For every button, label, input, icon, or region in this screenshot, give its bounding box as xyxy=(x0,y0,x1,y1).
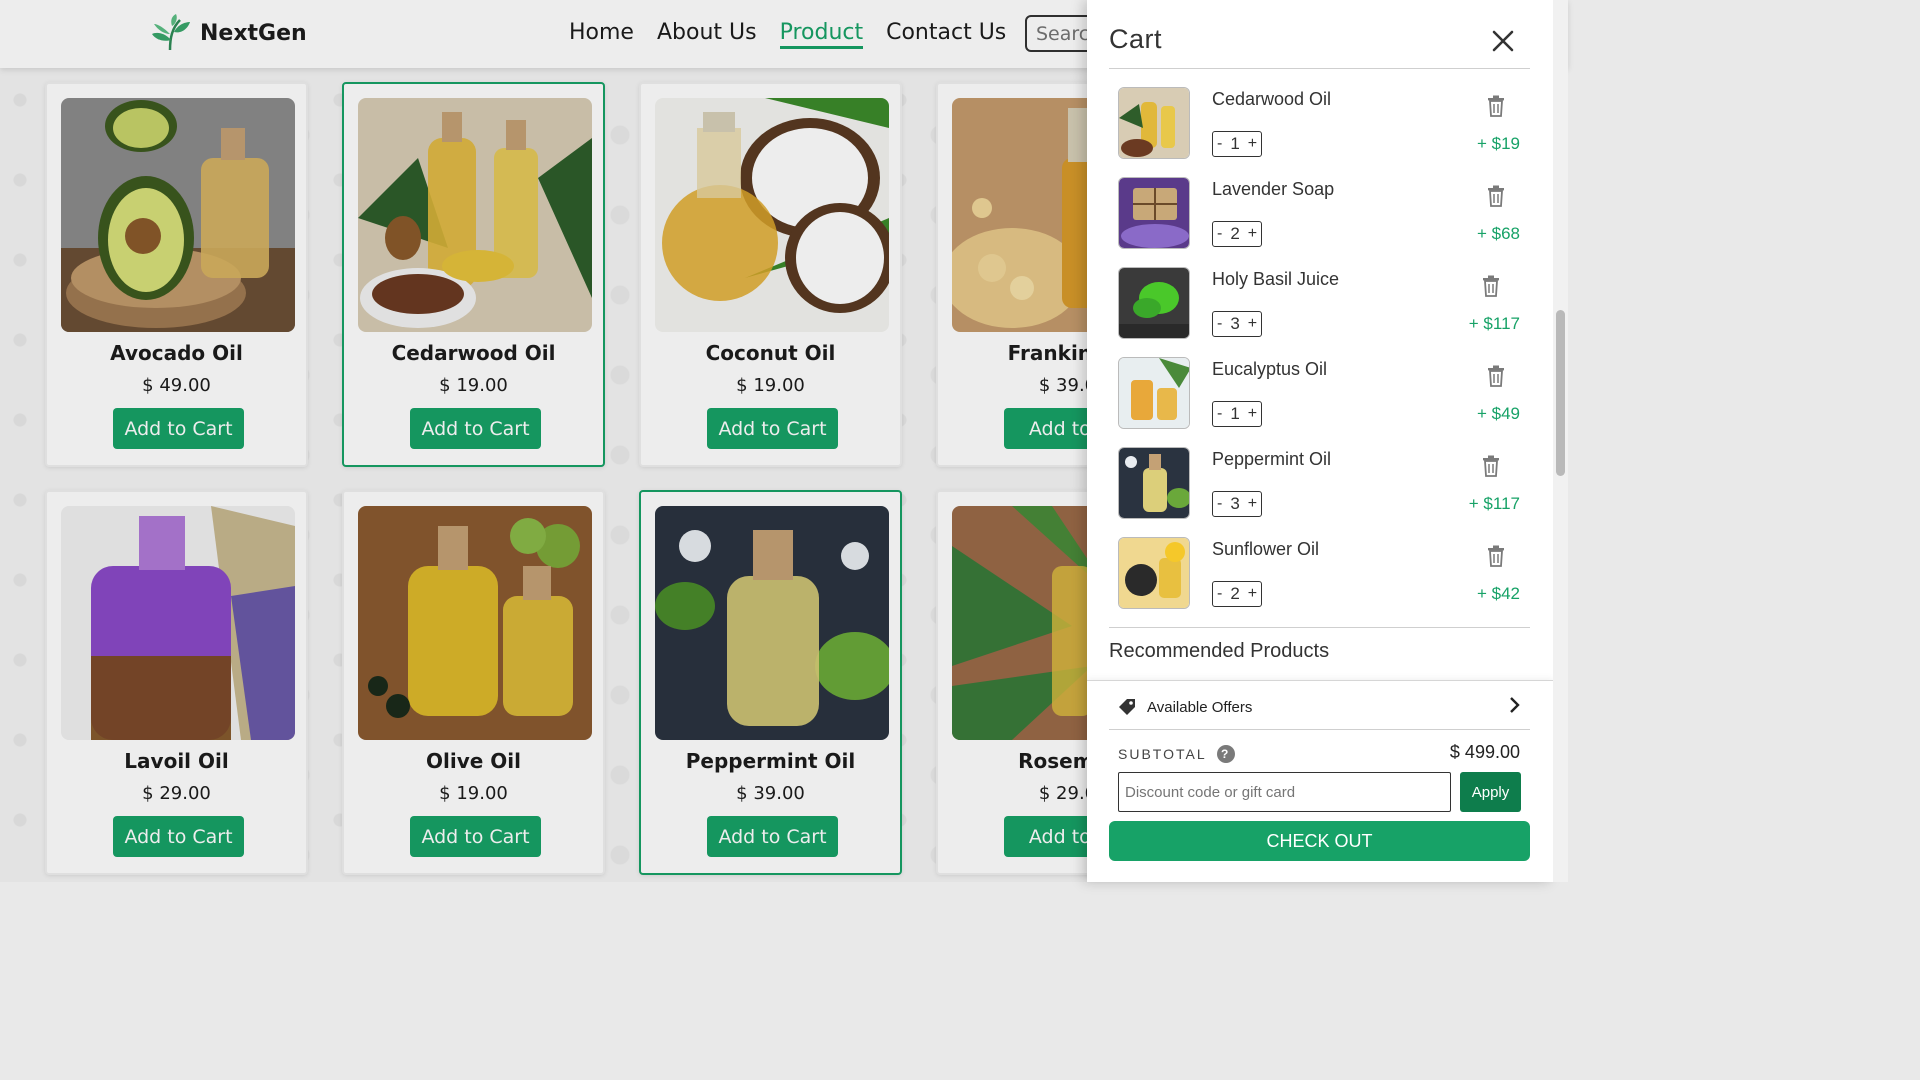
decrement-button[interactable]: - xyxy=(1217,495,1222,513)
quantity-value: 1 xyxy=(1230,404,1240,423)
quantity-stepper: - 3 + xyxy=(1212,491,1263,517)
cart-item-name: Eucalyptus Oil xyxy=(1212,359,1328,379)
cart-item-name: Lavender Soap xyxy=(1212,179,1335,199)
cart-item-thumbnail xyxy=(1118,177,1190,249)
cart-item-total: + $68 xyxy=(1476,224,1520,243)
increment-button[interactable]: + xyxy=(1248,225,1257,243)
trash-icon[interactable] xyxy=(1487,185,1505,207)
summary-divider xyxy=(1109,729,1530,730)
trash-icon[interactable] xyxy=(1482,455,1500,477)
recommended-products-heading: Recommended Products xyxy=(1109,640,1330,662)
subtotal-text: SUBTOTAL xyxy=(1118,746,1207,762)
increment-button[interactable]: + xyxy=(1248,135,1257,153)
increment-button[interactable]: + xyxy=(1248,495,1257,513)
cart-item-total: + $42 xyxy=(1476,584,1520,603)
quantity-stepper: - 1 + xyxy=(1212,131,1263,157)
cart-title: Cart xyxy=(1109,24,1163,54)
cart-item-thumbnail xyxy=(1118,357,1190,429)
cart-item-total: + $117 xyxy=(1468,314,1520,333)
trash-icon[interactable] xyxy=(1487,95,1505,117)
decrement-button[interactable]: - xyxy=(1217,225,1222,243)
quantity-value: 2 xyxy=(1230,224,1240,243)
cart-divider xyxy=(1109,68,1530,69)
cart-item-name: Cedarwood Oil xyxy=(1212,89,1332,109)
cart-divider xyxy=(1109,627,1530,628)
quantity-stepper: - 3 + xyxy=(1212,311,1263,337)
quantity-stepper: - 1 + xyxy=(1212,401,1263,427)
quantity-stepper: - 2 + xyxy=(1212,581,1263,607)
quantity-value: 3 xyxy=(1230,314,1240,333)
cart-item-thumbnail xyxy=(1118,87,1190,159)
checkout-button[interactable]: CHECK OUT xyxy=(1109,821,1530,861)
cart-drawer: Cart Cedarwood Oil - 1 + + $19 Lavender … xyxy=(1087,0,1553,882)
cart-item-name: Peppermint Oil xyxy=(1212,449,1332,469)
decrement-button[interactable]: - xyxy=(1217,315,1222,333)
cart-item-thumbnail xyxy=(1118,537,1190,609)
discount-code-input[interactable] xyxy=(1118,772,1451,812)
cart-item-total: + $19 xyxy=(1476,134,1520,153)
decrement-button[interactable]: - xyxy=(1217,135,1222,153)
decrement-button[interactable]: - xyxy=(1217,405,1222,423)
cart-item-name: Holy Basil Juice xyxy=(1212,269,1340,289)
cart-item-thumbnail xyxy=(1118,447,1190,519)
cart-item: Lavender Soap - 2 + + $68 xyxy=(1118,177,1530,267)
subtotal-value: $ 499.00 xyxy=(1449,742,1520,762)
increment-button[interactable]: + xyxy=(1248,405,1257,423)
quantity-stepper: - 2 + xyxy=(1212,221,1263,247)
page-scrollbar[interactable] xyxy=(1553,0,1568,882)
cart-item: Holy Basil Juice - 3 + + $117 xyxy=(1118,267,1530,357)
quantity-value: 2 xyxy=(1230,584,1240,603)
cart-item: Peppermint Oil - 3 + + $117 xyxy=(1118,447,1530,537)
quantity-value: 1 xyxy=(1230,134,1240,153)
scrollbar-thumb[interactable] xyxy=(1556,310,1565,476)
cart-item-name: Sunflower Oil xyxy=(1212,539,1320,559)
available-offers-row[interactable]: Available Offers xyxy=(1117,697,1252,717)
trash-icon[interactable] xyxy=(1482,275,1500,297)
cart-item-total: + $117 xyxy=(1468,494,1520,513)
decrement-button[interactable]: - xyxy=(1217,585,1222,603)
trash-icon[interactable] xyxy=(1487,545,1505,567)
cart-item-total: + $49 xyxy=(1476,404,1520,423)
close-icon[interactable] xyxy=(1489,27,1517,55)
chevron-right-icon[interactable] xyxy=(1507,696,1521,714)
tag-icon xyxy=(1119,699,1135,715)
cart-item: Eucalyptus Oil - 1 + + $49 xyxy=(1118,357,1530,447)
subtotal-label: SUBTOTAL ? xyxy=(1118,745,1235,763)
increment-button[interactable]: + xyxy=(1248,315,1257,333)
cart-summary: Available Offers SUBTOTAL ? $ 499.00 App… xyxy=(1087,680,1553,882)
help-icon[interactable]: ? xyxy=(1216,745,1235,763)
cart-item-thumbnail xyxy=(1118,267,1190,339)
cart-item: Sunflower Oil - 2 + + $42 xyxy=(1118,537,1530,627)
increment-button[interactable]: + xyxy=(1248,585,1257,603)
quantity-value: 3 xyxy=(1230,494,1240,513)
trash-icon[interactable] xyxy=(1487,365,1505,387)
available-offers-label: Available Offers xyxy=(1147,698,1253,716)
apply-button[interactable]: Apply xyxy=(1460,772,1521,812)
cart-item: Cedarwood Oil - 1 + + $19 xyxy=(1118,87,1530,177)
